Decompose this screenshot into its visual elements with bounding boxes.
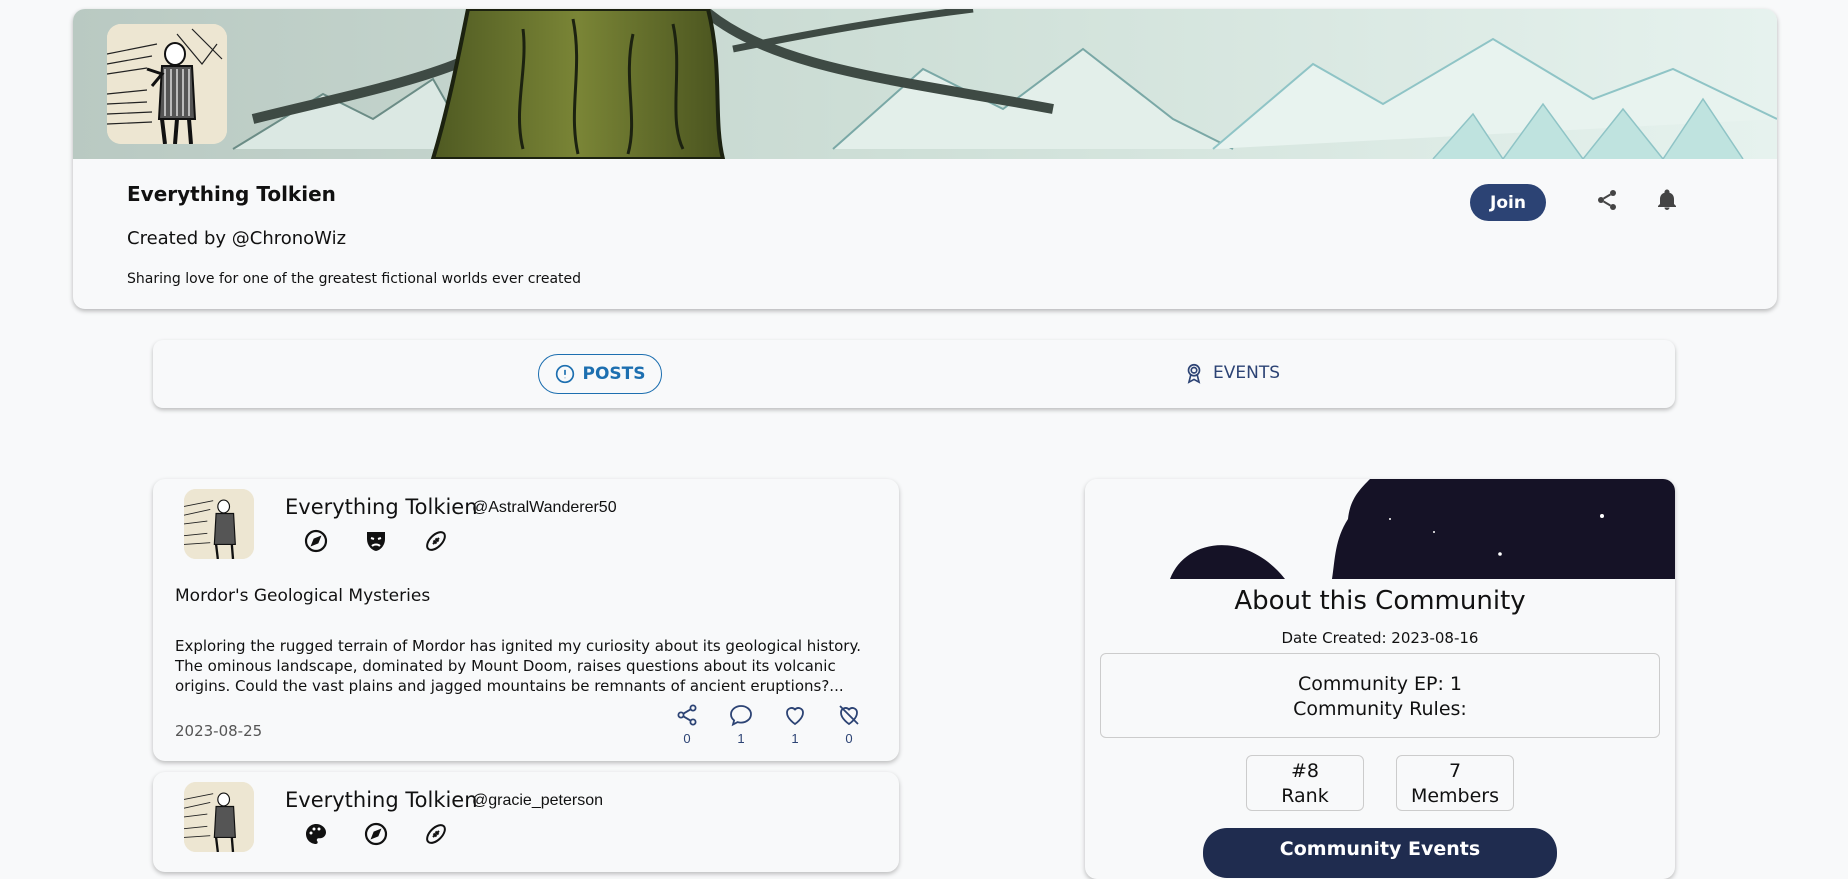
- share-action[interactable]: 0: [669, 703, 705, 746]
- award-icon: [1187, 363, 1201, 384]
- members-value: 7: [1448, 760, 1462, 782]
- share-icon[interactable]: [1592, 185, 1622, 215]
- post-avatar[interactable]: [184, 489, 254, 559]
- members-label: Members: [1410, 785, 1500, 807]
- comment-action[interactable]: 1: [723, 703, 759, 746]
- tab-events[interactable]: EVENTS: [1183, 354, 1280, 392]
- community-avatar: [107, 24, 227, 144]
- heart-off-icon: [839, 705, 859, 726]
- share-count: 0: [683, 731, 691, 746]
- palette-icon: [303, 821, 329, 847]
- heart-icon: [786, 707, 804, 726]
- share-icon: [677, 704, 697, 726]
- join-button[interactable]: Join: [1470, 184, 1546, 221]
- compass-icon: [303, 528, 329, 554]
- comment-count: 1: [737, 731, 745, 746]
- about-title: About this Community: [1234, 586, 1526, 616]
- created-by-text: Created by @ChronoWiz: [127, 228, 347, 249]
- community-description: Sharing love for one of the greatest fic…: [127, 271, 582, 287]
- bell-icon[interactable]: [1652, 185, 1682, 215]
- about-banner-image: [1085, 479, 1675, 579]
- alert-circle-icon: [555, 364, 574, 384]
- theater-mask-icon: [363, 528, 389, 554]
- football-icon: [423, 528, 449, 554]
- post-title[interactable]: Mordor's Geological Mysteries: [175, 586, 430, 606]
- post-body-line: origins. Could the vast plains and jagge…: [175, 677, 844, 695]
- post-avatar[interactable]: [184, 782, 254, 852]
- tab-posts-label: POSTS: [582, 364, 646, 384]
- members-stat[interactable]: 7 Members: [1396, 755, 1514, 811]
- tab-posts[interactable]: POSTS: [538, 354, 662, 394]
- compass-icon: [363, 821, 389, 847]
- community-header: Everything Tolkien Created by @ChronoWiz…: [73, 9, 1777, 309]
- football-icon: [423, 821, 449, 847]
- post-date: 2023-08-25: [175, 722, 263, 740]
- community-rules: Community Rules:: [1293, 698, 1467, 720]
- like-count: 1: [791, 731, 799, 746]
- post-body-line: The ominous landscape, dominated by Moun…: [175, 657, 836, 675]
- content-tabs: POSTS EVENTS: [153, 340, 1675, 408]
- post-card[interactable]: Everything Tolkien @AstralWanderer50 Mor…: [153, 479, 899, 761]
- comment-icon: [730, 705, 752, 727]
- rank-value: #8: [1290, 760, 1319, 782]
- post-author-handle[interactable]: @AstralWanderer50: [472, 499, 617, 517]
- rank-label: Rank: [1281, 785, 1329, 807]
- community-banner-image: [73, 9, 1777, 159]
- rank-stat: #8 Rank: [1246, 755, 1364, 811]
- post-community-name[interactable]: Everything Tolkien: [285, 788, 478, 812]
- like-action[interactable]: 1: [777, 703, 813, 746]
- post-community-name[interactable]: Everything Tolkien: [285, 495, 478, 519]
- community-info-box: Community EP: 1 Community Rules:: [1100, 653, 1660, 738]
- dislike-count: 0: [845, 731, 853, 746]
- post-author-handle[interactable]: @gracie_peterson: [472, 792, 603, 810]
- community-events-button[interactable]: Community Events: [1203, 828, 1557, 878]
- dislike-action[interactable]: 0: [831, 703, 867, 746]
- post-card[interactable]: Everything Tolkien @gracie_peterson: [153, 772, 899, 872]
- post-body[interactable]: Exploring the rugged terrain of Mordor h…: [175, 636, 875, 696]
- about-community-card: About this Community Date Created: 2023-…: [1085, 479, 1675, 879]
- tab-events-label: EVENTS: [1213, 363, 1281, 383]
- community-ep: Community EP: 1: [1298, 673, 1462, 695]
- date-created: Date Created: 2023-08-16: [1281, 629, 1479, 647]
- post-body-line: Exploring the rugged terrain of Mordor h…: [175, 637, 861, 655]
- community-name: Everything Tolkien: [127, 182, 336, 206]
